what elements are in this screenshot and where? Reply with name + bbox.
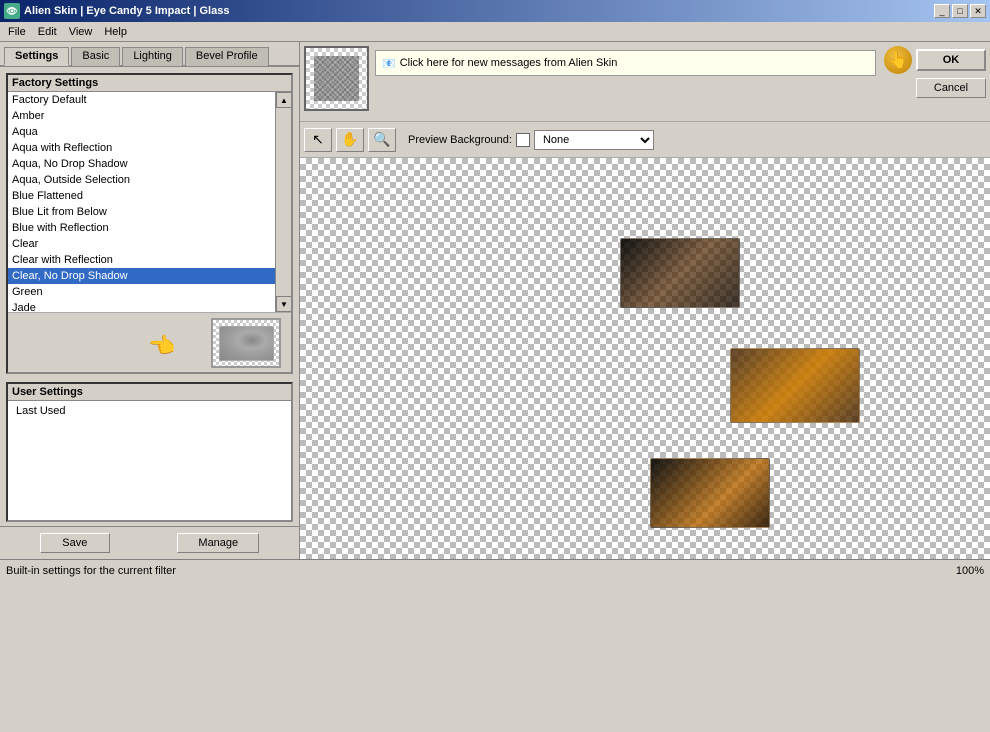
right-panel: 📧 Click here for new messages from Alien… xyxy=(300,42,990,559)
preview-thumbnail-area: 👈 xyxy=(8,312,291,372)
minimize-button[interactable]: _ xyxy=(934,4,950,18)
status-text: Built-in settings for the current filter xyxy=(6,565,176,577)
zoom-tool-button[interactable]: 🔍 xyxy=(368,128,396,152)
factory-settings-list[interactable]: Factory Default Amber Aqua Aqua with Ref… xyxy=(8,92,275,312)
list-item[interactable]: Blue with Reflection xyxy=(8,220,275,236)
app-icon: 👁 xyxy=(4,3,20,19)
ok-button[interactable]: OK xyxy=(916,49,986,71)
manage-button[interactable]: Manage xyxy=(177,533,259,553)
glass-preview-1 xyxy=(620,238,740,308)
ok-row: 👆 OK xyxy=(884,46,986,74)
tabs-row: Settings Basic Lighting Bevel Profile xyxy=(0,42,299,67)
list-item[interactable]: Blue Flattened xyxy=(8,188,275,204)
list-item[interactable]: Jade xyxy=(8,300,275,312)
maximize-button[interactable]: □ xyxy=(952,4,968,18)
glass-preview-2 xyxy=(730,348,860,423)
scroll-down-arrow[interactable]: ▼ xyxy=(276,296,292,312)
background-select-area: None xyxy=(516,130,654,150)
factory-settings-header: Factory Settings xyxy=(8,75,291,92)
hand-tool-button[interactable]: ✋ xyxy=(336,128,364,152)
ok-icon: 👆 xyxy=(884,46,912,74)
message-icon: 📧 xyxy=(382,57,396,70)
content-area: Settings Basic Lighting Bevel Profile Fa… xyxy=(0,42,990,559)
thumbnail-pattern xyxy=(314,56,359,101)
preview-controls: ↖ ✋ 🔍 Preview Background: None xyxy=(300,122,990,158)
preview-header: 📧 Click here for new messages from Alien… xyxy=(300,42,990,122)
preview-canvas xyxy=(300,158,990,559)
tab-settings[interactable]: Settings xyxy=(4,47,69,66)
user-settings-box: User Settings Last Used xyxy=(6,382,293,522)
list-item[interactable]: Clear xyxy=(8,236,275,252)
cursor-tool-button[interactable]: ↖ xyxy=(304,128,332,152)
save-button[interactable]: Save xyxy=(40,533,110,553)
background-dropdown[interactable]: None xyxy=(534,130,654,150)
ok-cancel-area: 👆 OK Cancel xyxy=(884,46,986,121)
user-last-used[interactable]: Last Used xyxy=(12,403,287,419)
list-item[interactable]: Aqua, No Drop Shadow xyxy=(8,156,275,172)
user-settings-header: User Settings xyxy=(8,384,291,401)
user-settings-content: Last Used xyxy=(8,401,291,520)
color-swatch xyxy=(516,133,530,147)
hand-pointer-icon: 👈 xyxy=(148,333,175,359)
menu-file[interactable]: File xyxy=(2,24,32,40)
thumbnail-content xyxy=(219,326,274,361)
zoom-level: 100% xyxy=(956,565,984,577)
list-item[interactable]: Clear with Reflection xyxy=(8,252,275,268)
title-bar: 👁 Alien Skin | Eye Candy 5 Impact | Glas… xyxy=(0,0,990,22)
left-panel: Settings Basic Lighting Bevel Profile Fa… xyxy=(0,42,300,559)
tab-bevel-profile[interactable]: Bevel Profile xyxy=(185,47,269,66)
glass-preview-3 xyxy=(650,458,770,528)
tab-basic[interactable]: Basic xyxy=(71,47,120,66)
list-item[interactable]: Blue Lit from Below xyxy=(8,204,275,220)
list-item[interactable]: Aqua xyxy=(8,124,275,140)
list-item[interactable]: Amber xyxy=(8,108,275,124)
setting-preview-thumbnail xyxy=(211,318,281,368)
list-item-selected[interactable]: Clear, No Drop Shadow xyxy=(8,268,275,284)
menu-edit[interactable]: Edit xyxy=(32,24,63,40)
menu-help[interactable]: Help xyxy=(98,24,133,40)
list-item[interactable]: Factory Default xyxy=(8,92,275,108)
menu-bar: File Edit View Help xyxy=(0,22,990,42)
main-thumbnail xyxy=(304,46,369,111)
message-text: Click here for new messages from Alien S… xyxy=(400,57,618,69)
bottom-buttons: Save Manage xyxy=(0,526,299,559)
list-item[interactable]: Aqua with Reflection xyxy=(8,140,275,156)
factory-settings-box: Factory Settings Factory Default Amber A… xyxy=(6,73,293,374)
list-item[interactable]: Green xyxy=(8,284,275,300)
scroll-up-arrow[interactable]: ▲ xyxy=(276,92,292,108)
tab-lighting[interactable]: Lighting xyxy=(122,47,183,66)
cancel-button[interactable]: Cancel xyxy=(916,78,986,98)
window-controls: _ □ ✕ xyxy=(934,4,986,18)
title-text: Alien Skin | Eye Candy 5 Impact | Glass xyxy=(24,5,934,17)
menu-view[interactable]: View xyxy=(63,24,99,40)
user-settings-label: User Settings xyxy=(12,386,83,398)
status-bar: Built-in settings for the current filter… xyxy=(0,559,990,581)
close-button[interactable]: ✕ xyxy=(970,4,986,18)
list-item[interactable]: Aqua, Outside Selection xyxy=(8,172,275,188)
factory-settings-list-container: Factory Default Amber Aqua Aqua with Ref… xyxy=(8,92,291,312)
factory-settings-scrollbar[interactable]: ▲ ▼ xyxy=(275,92,291,312)
background-label: Preview Background: xyxy=(408,134,512,146)
factory-settings-label: Factory Settings xyxy=(12,77,98,89)
message-bar[interactable]: 📧 Click here for new messages from Alien… xyxy=(375,50,876,76)
